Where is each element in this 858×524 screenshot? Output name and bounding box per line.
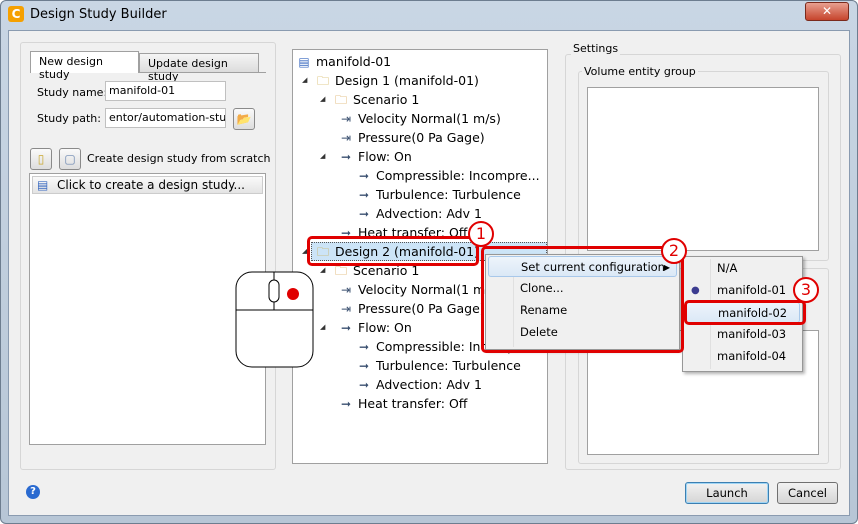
arrow-right-icon: ➞ [340, 321, 352, 335]
app-icon: C [8, 6, 24, 22]
tree-item[interactable]: ◢ 🗀 Design 1 (manifold-01) [296, 71, 546, 90]
tree-item-label: Velocity Normal(1 m/s) [358, 111, 501, 126]
volume-entity-group-title: Volume entity group [582, 65, 698, 78]
study-path-input[interactable]: entor/automation-study [105, 108, 226, 128]
window-title: Design Study Builder [30, 7, 167, 22]
tree-item-label: Scenario 1 [353, 92, 420, 107]
study-name-label: Study name: [37, 86, 108, 99]
arrow-right-icon: ➞ [358, 188, 370, 202]
arrow-right-icon: ➞ [358, 207, 370, 221]
expand-toggle-icon[interactable]: ◢ [320, 90, 325, 109]
boundary-condition-icon: ⇥ [340, 302, 352, 316]
tree-item[interactable]: ◢ ➞ Flow: On [296, 147, 546, 166]
callout-2: 2 [661, 238, 687, 264]
tree-item-label: Pressure(0 Pa Gage) [358, 130, 485, 145]
submenu-item-manifold-04[interactable]: manifold-04 [685, 346, 800, 367]
tab-new-design-study[interactable]: New design study [30, 51, 139, 81]
expand-toggle-icon[interactable]: ◢ [320, 147, 325, 166]
table-icon: ▤ [37, 178, 49, 192]
submenu-item-manifold-01[interactable]: ● manifold-01 [685, 280, 800, 301]
right-button-indicator [287, 288, 299, 300]
launch-button[interactable]: Launch [685, 482, 769, 504]
tree-item[interactable]: ◢ 🗀 Scenario 1 [296, 90, 546, 109]
tree-item-label: Turbulence: Turbulence [376, 187, 521, 202]
tree-item[interactable]: ➞ Turbulence: Turbulence [296, 185, 546, 204]
help-icon[interactable]: ? [26, 485, 40, 499]
tree-items: ▤ manifold-01 ◢ 🗀 Design 1 (manifold-01) ◢ 🗀 Sc… [296, 52, 546, 413]
scenario-folder-icon: 🗀 [334, 93, 347, 107]
volume-entity-list[interactable] [587, 87, 819, 251]
callout-box-2 [481, 246, 684, 353]
tree-item[interactable]: ➞ Compressible: Incompre... [296, 166, 546, 185]
submenu-item-na[interactable]: N/A [685, 258, 800, 279]
create-study-label: Click to create a design study... [57, 178, 245, 192]
expand-toggle-icon[interactable]: ◢ [302, 71, 307, 90]
arrow-right-icon: ➞ [358, 169, 370, 183]
tree-item-label: Velocity Normal(1 m/s) [358, 282, 501, 297]
tab-update-design-study[interactable]: Update design study [139, 53, 259, 83]
arrow-right-icon: ➞ [358, 378, 370, 392]
tree-item[interactable]: ➞ Advection: Adv 1 [296, 204, 546, 223]
tree-item-label: Flow: On [358, 149, 412, 164]
open-folder-icon: 📂 [236, 112, 252, 126]
boundary-condition-icon: ⇥ [340, 131, 352, 145]
tree-item-label: Advection: Adv 1 [376, 206, 482, 221]
arrow-right-icon: ➞ [358, 359, 370, 373]
tree-item-label: Design 1 (manifold-01) [335, 73, 479, 88]
table-icon: ▤ [298, 55, 310, 69]
create-from-scratch-label: Create design study from scratch [87, 152, 271, 165]
tree-item-label: Pressure(0 Pa Gage) [358, 301, 485, 316]
arrow-right-icon: ➞ [358, 340, 370, 354]
callout-box-1 [307, 236, 479, 266]
boundary-condition-icon: ⇥ [340, 283, 352, 297]
callout-1: 1 [468, 221, 494, 247]
arrow-right-icon: ➞ [340, 150, 352, 164]
boundary-condition-icon: ⇥ [340, 112, 352, 126]
study-path-label: Study path: [37, 112, 101, 125]
blank-page-button[interactable]: ▢ [59, 148, 81, 170]
settings-title: Settings [571, 42, 621, 55]
new-file-button[interactable]: ▯ [30, 148, 52, 170]
tree-item[interactable]: ⇥ Velocity Normal(1 m/s) [296, 109, 546, 128]
design-folder-icon: 🗀 [316, 74, 329, 88]
tree-item-label: Compressible: Incompre... [376, 168, 540, 183]
study-name-input[interactable]: manifold-01 [105, 81, 226, 101]
tree-item[interactable]: ➞ Advection: Adv 1 [296, 375, 546, 394]
expand-toggle-icon[interactable]: ◢ [320, 318, 325, 337]
callout-box-3 [684, 300, 806, 325]
tree-item-label: Turbulence: Turbulence [376, 358, 521, 373]
tree-item[interactable]: ▤ manifold-01 [296, 52, 546, 71]
submenu-item-manifold-03[interactable]: manifold-03 [685, 324, 800, 345]
tree-item-label: Flow: On [358, 320, 412, 335]
tree-item[interactable]: ➞ Turbulence: Turbulence [296, 356, 546, 375]
tree-item[interactable]: ⇥ Pressure(0 Pa Gage) [296, 128, 546, 147]
arrow-right-icon: ➞ [340, 397, 352, 411]
tree-item[interactable]: ➞ Heat transfer: Off [296, 394, 546, 413]
close-button[interactable]: ✕ [805, 2, 849, 21]
tree-item-label: Advection: Adv 1 [376, 377, 482, 392]
tree-item-label: manifold-01 [316, 54, 392, 69]
create-study-item[interactable]: ▤ Click to create a design study... [32, 176, 263, 194]
file-icon: ▯ [37, 152, 45, 166]
tree-item-label: Heat transfer: Off [358, 396, 468, 411]
study-list: ▤ Click to create a design study... [29, 173, 266, 445]
radio-selected-icon: ● [691, 285, 700, 296]
mouse-right-click-illustration [235, 271, 314, 368]
callout-3: 3 [793, 277, 819, 303]
browse-folder-button[interactable]: 📂 [233, 108, 255, 130]
cancel-button[interactable]: Cancel [777, 482, 838, 504]
page-icon: ▢ [64, 152, 76, 166]
